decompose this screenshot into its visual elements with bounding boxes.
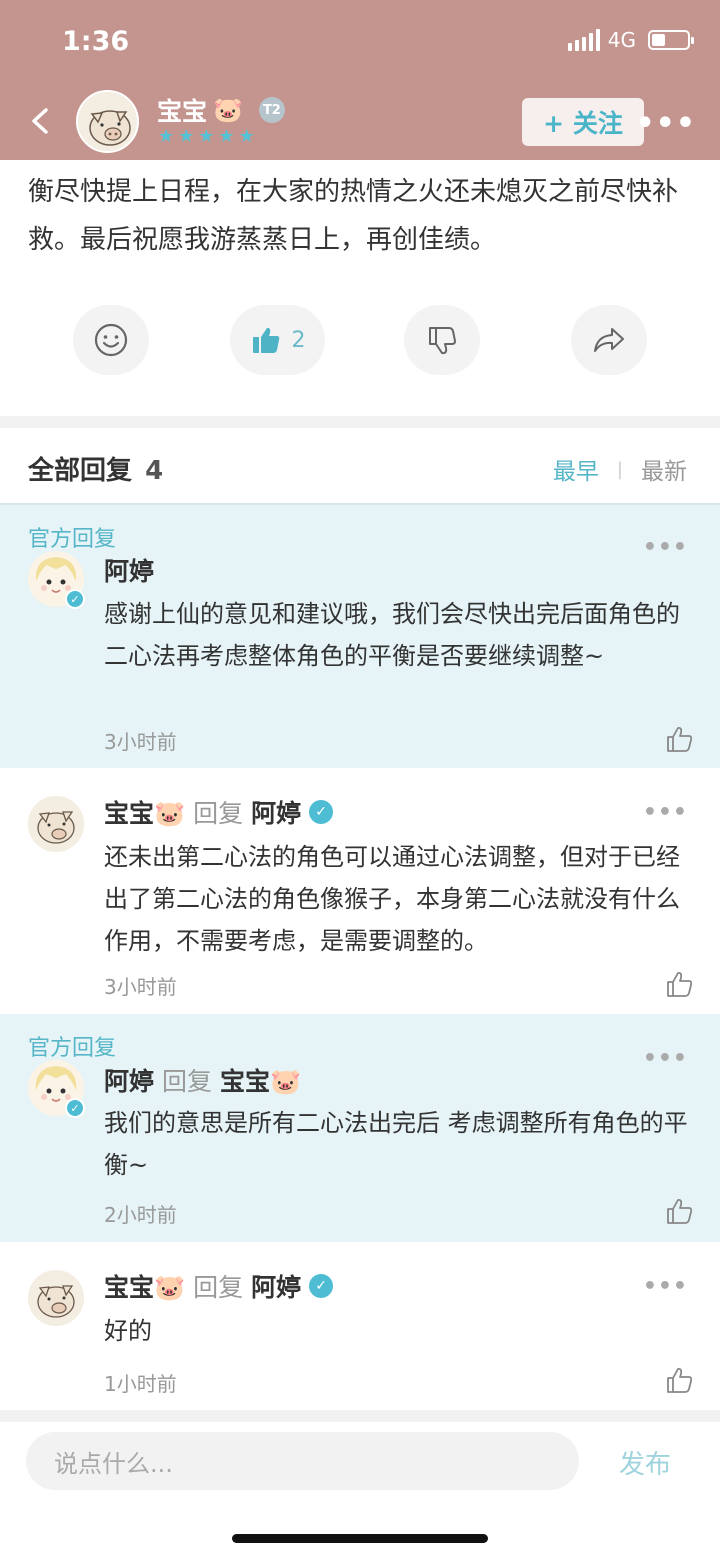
comment-body: 好的 bbox=[104, 1317, 152, 1345]
official-reply-label: 官方回复 bbox=[28, 527, 117, 552]
sort-toggle: 最早 | 最新 bbox=[553, 452, 687, 486]
share-button[interactable] bbox=[571, 305, 647, 375]
comment-header: 阿婷 bbox=[104, 552, 154, 588]
like-button[interactable]: 2 bbox=[230, 305, 325, 375]
star-icon: ★ bbox=[198, 126, 215, 147]
emoji-button[interactable] bbox=[73, 305, 149, 375]
author-avatar[interactable] bbox=[76, 90, 139, 153]
verified-icon: ✓ bbox=[65, 589, 85, 609]
avatar[interactable] bbox=[28, 796, 84, 852]
comment-item: 宝宝🐷 回复 阿婷 ✓ ••• 好的 1小时前 bbox=[0, 1242, 720, 1410]
dislike-button[interactable] bbox=[404, 305, 480, 375]
comment-item: 宝宝🐷 回复 阿婷 ✓ ••• 还未出第二心法的角色可以通过心法调整，但对于已经… bbox=[0, 768, 720, 1014]
more-dots-icon[interactable]: ••• bbox=[643, 1274, 688, 1299]
home-indicator[interactable] bbox=[232, 1534, 488, 1543]
back-arrow-icon[interactable] bbox=[24, 104, 58, 138]
smile-icon bbox=[94, 323, 128, 357]
level-badge: T2 bbox=[258, 97, 285, 123]
more-dots-icon[interactable]: ••• bbox=[635, 106, 696, 141]
pig-avatar-icon bbox=[28, 1270, 84, 1326]
official-reply-label: 官方回复 bbox=[28, 1036, 117, 1061]
reply-word: 回复 bbox=[193, 1273, 244, 1302]
battery-icon bbox=[648, 30, 694, 50]
thumbs-up-icon[interactable] bbox=[666, 970, 694, 998]
share-icon bbox=[594, 328, 624, 352]
network-label: 4G bbox=[607, 28, 636, 52]
comment-author[interactable]: 阿婷 bbox=[104, 552, 154, 588]
author-name: 宝宝 bbox=[157, 97, 208, 126]
verified-icon: ✓ bbox=[65, 1098, 85, 1118]
pig-avatar-icon bbox=[28, 796, 84, 852]
more-dots-icon[interactable]: ••• bbox=[643, 800, 688, 825]
comment-header: 阿婷 回复 宝宝🐷 bbox=[104, 1062, 301, 1098]
thumbs-down-icon bbox=[429, 327, 456, 355]
comment-time: 3小时前 bbox=[104, 730, 177, 754]
thumbs-up-icon[interactable] bbox=[666, 1366, 694, 1394]
verified-icon: ✓ bbox=[309, 1274, 334, 1298]
star-icon: ★ bbox=[178, 126, 195, 147]
author-name-row[interactable]: 宝宝 🐷 T2 bbox=[157, 92, 285, 128]
sort-separator: | bbox=[616, 458, 623, 480]
app-header: 1:36 4G 宝宝 🐷 T2 ★ ★ ★ ★ ★ + 关注 ••• bbox=[0, 0, 720, 160]
comment-time: 3小时前 bbox=[104, 975, 177, 999]
sort-latest[interactable]: 最新 bbox=[641, 452, 687, 486]
replies-title: 全部回复 bbox=[28, 456, 133, 486]
more-dots-icon[interactable]: ••• bbox=[643, 535, 688, 560]
composer-divider bbox=[0, 1410, 720, 1422]
comment-time: 1小时前 bbox=[104, 1372, 177, 1396]
comment-body: 感谢上仙的意见和建议哦，我们会尽快出完后面角色的二心法再考虑整体角色的平衡是否要… bbox=[104, 600, 680, 670]
follow-button[interactable]: + 关注 bbox=[522, 98, 644, 146]
comment-body: 我们的意思是所有二心法出完后 考虑调整所有角色的平衡~ bbox=[104, 1109, 688, 1179]
avatar[interactable] bbox=[28, 1270, 84, 1326]
pig-avatar-icon bbox=[78, 92, 137, 151]
reply-target[interactable]: 阿婷 bbox=[251, 1268, 301, 1304]
comment-item: 官方回复 ✓ 阿婷 ••• 感谢上仙的意见和建议哦，我们会尽快出完后面角色的二心… bbox=[0, 505, 720, 768]
like-count: 2 bbox=[291, 327, 306, 353]
comment-header: 宝宝🐷 回复 阿婷 ✓ bbox=[104, 794, 334, 830]
star-icon: ★ bbox=[158, 126, 175, 147]
sort-earliest[interactable]: 最早 bbox=[553, 452, 599, 486]
verified-icon: ✓ bbox=[309, 800, 334, 824]
thumbs-up-icon bbox=[252, 327, 279, 353]
reply-target[interactable]: 宝宝🐷 bbox=[220, 1062, 301, 1098]
section-divider bbox=[0, 416, 720, 428]
comment-header: 宝宝🐷 回复 阿婷 ✓ bbox=[104, 1268, 334, 1304]
comment-author[interactable]: 阿婷 bbox=[104, 1062, 154, 1098]
replies-count: 4 bbox=[145, 456, 164, 486]
rating-stars: ★ ★ ★ ★ ★ bbox=[158, 128, 255, 146]
reply-target[interactable]: 阿婷 bbox=[251, 794, 301, 830]
more-dots-icon[interactable]: ••• bbox=[643, 1046, 688, 1071]
status-icons: 4G bbox=[567, 28, 694, 52]
reply-word: 回复 bbox=[193, 799, 244, 828]
star-icon: ★ bbox=[238, 126, 255, 147]
thumbs-up-icon[interactable] bbox=[666, 725, 694, 753]
comment-author[interactable]: 宝宝🐷 bbox=[104, 1268, 185, 1304]
star-icon: ★ bbox=[218, 126, 235, 147]
reply-word: 回复 bbox=[162, 1067, 213, 1096]
author-emoji: 🐷 bbox=[213, 96, 243, 124]
post-actions: 2 bbox=[0, 305, 720, 377]
comment-time: 2小时前 bbox=[104, 1203, 177, 1227]
publish-button[interactable]: 发布 bbox=[619, 1444, 671, 1481]
comment-author[interactable]: 宝宝🐷 bbox=[104, 794, 185, 830]
signal-icon bbox=[567, 29, 600, 51]
comment-body: 还未出第二心法的角色可以通过心法调整，但对于已经出了第二心法的角色像猴子，本身第… bbox=[104, 843, 680, 955]
status-time: 1:36 bbox=[62, 26, 130, 57]
comment-input[interactable]: 说点什么... bbox=[26, 1432, 579, 1490]
replies-header: 全部回复 4 bbox=[28, 450, 163, 487]
post-body: 衡尽快提上日程，在大家的热情之火还未熄灭之前尽快补救。最后祝愿我游蒸蒸日上，再创… bbox=[28, 177, 679, 255]
comment-item: 官方回复 ✓ 阿婷 回复 宝宝🐷 ••• 我们的意思是所有二心法出完后 考虑调整… bbox=[0, 1014, 720, 1242]
thumbs-up-icon[interactable] bbox=[666, 1197, 694, 1225]
